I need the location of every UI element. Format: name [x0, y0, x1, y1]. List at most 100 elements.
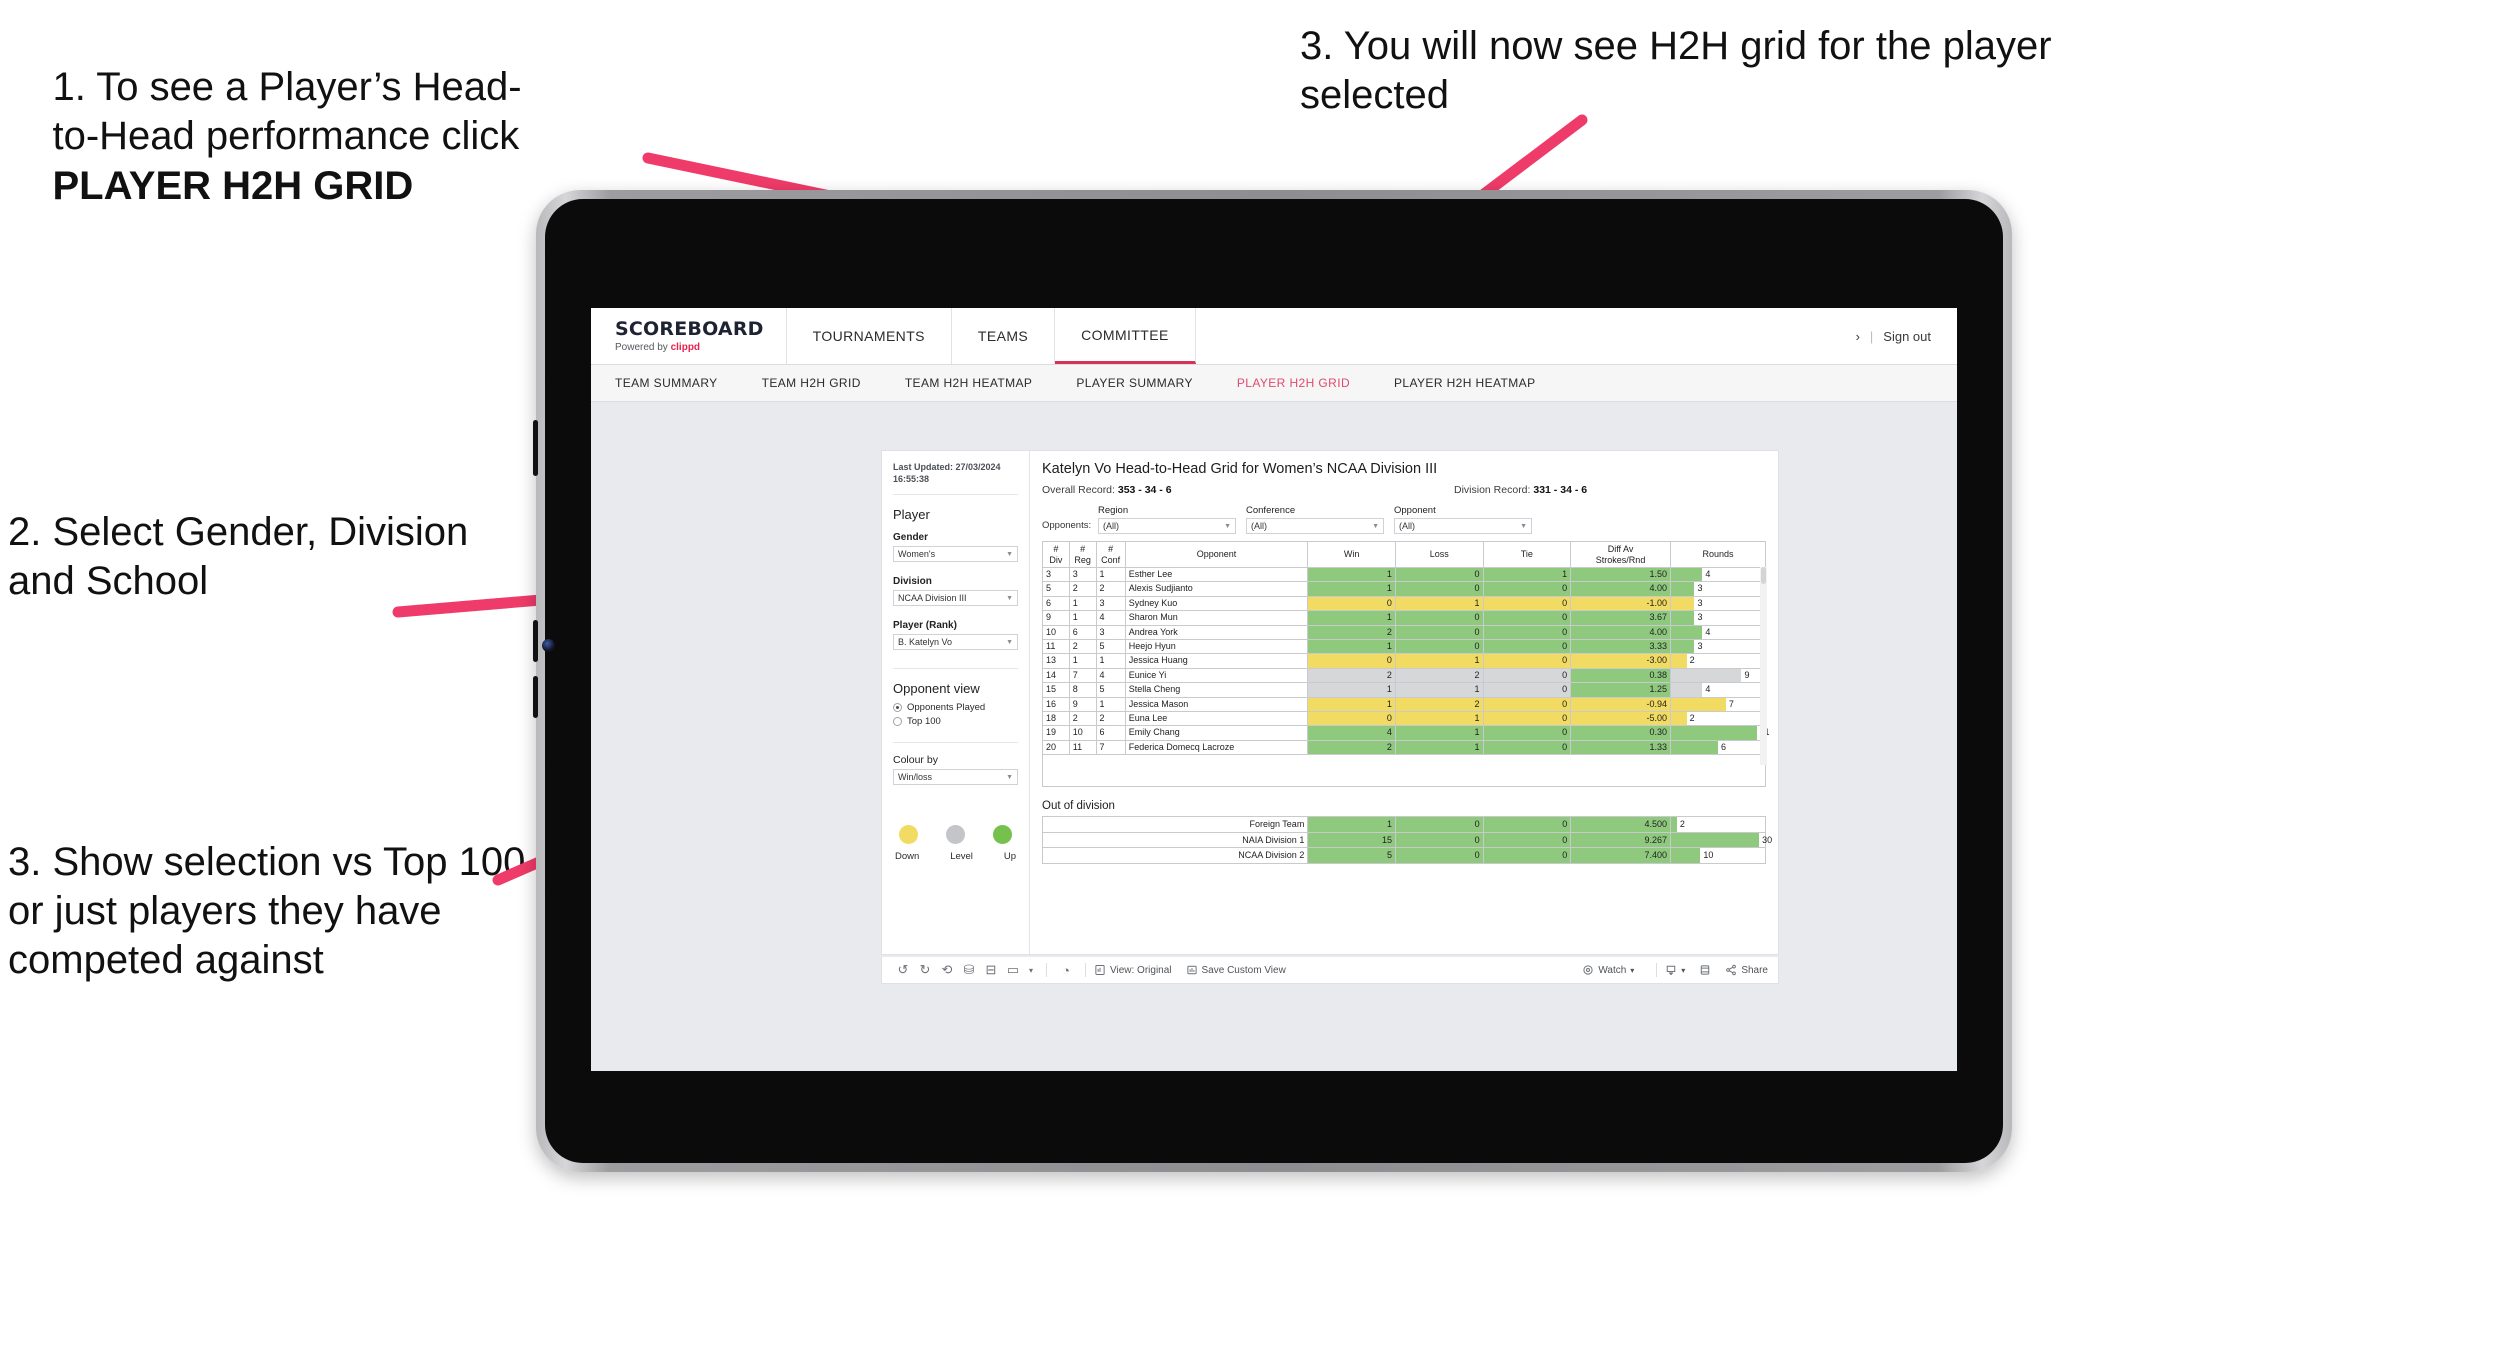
- brand-logo[interactable]: SCOREBOARD Powered by clippd: [591, 308, 787, 364]
- cell-div: 15: [1042, 682, 1070, 698]
- fullscreen-button[interactable]: [1699, 964, 1711, 976]
- zoom-rect-icon[interactable]: ▭: [1002, 962, 1024, 978]
- table-row[interactable]: 3 3 1 Esther Lee 1 0 1 1.50 4: [1042, 566, 1767, 583]
- watch-button[interactable]: Watch ▾: [1582, 964, 1634, 976]
- radio-opponents-played[interactable]: Opponents Played: [893, 702, 1018, 713]
- chevron-down-icon[interactable]: ▾: [1024, 966, 1038, 975]
- table-row[interactable]: 18 2 2 Euna Lee 0 1 0 -5.00 2: [1042, 711, 1767, 727]
- download-button[interactable]: ▾: [1665, 964, 1685, 976]
- cell-tie: 0: [1482, 667, 1572, 684]
- cell-win: 0: [1307, 595, 1396, 612]
- cell-rounds: 3: [1669, 581, 1767, 597]
- scrollbar-thumb[interactable]: [1761, 567, 1766, 584]
- cell-conf: 1: [1095, 566, 1126, 583]
- cell-rounds: 3: [1669, 639, 1767, 655]
- cell-conf: 3: [1095, 624, 1126, 641]
- overall-record: Overall Record: 353 - 34 - 6: [1042, 484, 1404, 496]
- tab-player-h2h-grid[interactable]: PLAYER H2H GRID: [1237, 376, 1372, 390]
- tab-player-h2h-heatmap[interactable]: PLAYER H2H HEATMAP: [1394, 376, 1557, 390]
- out-of-division-row[interactable]: Foreign Team 1 0 0 4.500 2: [1041, 816, 1766, 833]
- cell-diff: 9.267: [1570, 831, 1671, 849]
- share-button[interactable]: Share: [1725, 964, 1768, 976]
- cell-reg: 1: [1068, 595, 1097, 612]
- cell-loss: 0: [1394, 816, 1484, 833]
- cell-tie: 0: [1482, 725, 1572, 741]
- nav-item-tournaments[interactable]: TOURNAMENTS: [786, 308, 952, 364]
- out-of-division-row[interactable]: NAIA Division 1 15 0 0 9.267 30: [1041, 831, 1772, 849]
- table-row[interactable]: 15 8 5 Stella Cheng 1 1 0 1.25 4: [1042, 682, 1767, 698]
- nav-item-committee[interactable]: COMMITTEE: [1055, 308, 1196, 364]
- cell-loss: 2: [1394, 696, 1484, 713]
- table-row[interactable]: 6 1 3 Sydney Kuo 0 1 0 -1.00 3: [1042, 595, 1767, 612]
- col-win: Win: [1307, 541, 1396, 568]
- cell-reg: 7: [1068, 667, 1097, 684]
- tab-player-summary[interactable]: PLAYER SUMMARY: [1076, 376, 1215, 390]
- table-row[interactable]: 9 1 4 Sharon Mun 1 0 0 3.67 3: [1042, 610, 1767, 626]
- col-conf: # Conf: [1095, 541, 1126, 568]
- radio-top-100[interactable]: Top 100: [893, 716, 1018, 727]
- refresh-icon[interactable]: ⛁: [958, 962, 980, 978]
- cell-opponent: Heejo Hyun: [1124, 639, 1309, 655]
- redo-icon[interactable]: ↻: [914, 962, 936, 978]
- out-of-division-row[interactable]: NCAA Division 2 5 0 0 7.400 10: [1041, 847, 1766, 864]
- share-label: Share: [1741, 964, 1768, 976]
- undo-icon[interactable]: ↺: [892, 962, 914, 978]
- revert-icon[interactable]: ⟲: [936, 962, 958, 978]
- player-select[interactable]: B. Katelyn Vo ▼: [893, 634, 1018, 651]
- cell-reg: 11: [1068, 739, 1097, 756]
- save-custom-view-button[interactable]: Save Custom View: [1186, 964, 1286, 976]
- conference-select[interactable]: (All) ▼: [1246, 518, 1384, 534]
- table-row[interactable]: 13 1 1 Jessica Huang 0 1 0 -3.00 2: [1042, 653, 1767, 669]
- cell-tie: 0: [1482, 696, 1572, 713]
- table-vertical-scrollbar[interactable]: [1760, 567, 1767, 765]
- cell-opponent: Andrea York: [1124, 624, 1309, 641]
- cell-opponent: Emily Chang: [1124, 725, 1309, 741]
- cell-reg: 2: [1068, 711, 1097, 727]
- colour-by-select[interactable]: Win/loss ▼: [893, 769, 1018, 786]
- table-row[interactable]: 14 7 4 Eunice Yi 2 2 0 0.38 9: [1042, 667, 1767, 684]
- primary-nav: TOURNAMENTS TEAMS COMMITTEE: [786, 308, 1196, 364]
- last-updated-text: Last Updated: 27/03/2024 16:55:38: [893, 462, 1001, 485]
- h2h-table: # Div # Reg # Conf Opponent Win Loss Tie Di…: [1042, 541, 1770, 756]
- cell-conf: 3: [1095, 595, 1126, 612]
- table-row[interactable]: 16 9 1 Jessica Mason 1 2 0 -0.94 7: [1042, 696, 1767, 713]
- tab-team-h2h-heatmap[interactable]: TEAM H2H HEATMAP: [905, 376, 1055, 390]
- table-row[interactable]: 19106Emily Chang4100.3011: [1042, 725, 1770, 741]
- cell-diff: -3.00: [1570, 653, 1671, 669]
- cell-reg: 8: [1068, 682, 1097, 698]
- sign-out-link[interactable]: Sign out: [1883, 329, 1931, 344]
- opponent-select[interactable]: (All) ▼: [1394, 518, 1532, 534]
- colour-by-label: Colour by: [893, 754, 938, 767]
- colour-legend-swatches: [893, 825, 1018, 845]
- table-row[interactable]: 11 2 5 Heejo Hyun 1 0 0 3.33 3: [1042, 639, 1767, 655]
- chevron-down-icon: ▼: [1006, 638, 1013, 646]
- toolbar-right-group: Watch ▾ ▾ Share: [1582, 963, 1768, 977]
- account-chevron-icon[interactable]: ›: [1856, 329, 1860, 344]
- table-row[interactable]: 10 6 3 Andrea York 2 0 0 4.00 4: [1042, 624, 1767, 641]
- cell-group-name: Foreign Team: [1041, 816, 1309, 833]
- cell-win: 1: [1307, 696, 1396, 713]
- division-select[interactable]: NCAA Division III ▼: [893, 590, 1018, 607]
- cell-reg: 1: [1068, 610, 1097, 626]
- chevron-down-icon: ▼: [1006, 594, 1013, 602]
- table-row[interactable]: 5 2 2 Alexis Sudjianto 1 0 0 4.00 3: [1042, 581, 1767, 597]
- division-record: Division Record: 331 - 34 - 6: [1404, 484, 1766, 496]
- pause-updates-icon[interactable]: ⊟: [980, 962, 1002, 978]
- cell-loss: 0: [1394, 566, 1484, 583]
- cell-div: 6: [1042, 595, 1070, 612]
- h2h-table-head: # Div # Reg # Conf Opponent Win Loss Tie Di…: [1042, 541, 1767, 568]
- cell-rounds: 4: [1669, 566, 1767, 583]
- cell-div: 14: [1042, 667, 1070, 684]
- nav-item-teams[interactable]: TEAMS: [951, 308, 1056, 364]
- tab-team-summary[interactable]: TEAM SUMMARY: [615, 376, 740, 390]
- front-camera-icon: [542, 639, 555, 652]
- view-original-button[interactable]: View: Original: [1094, 964, 1172, 976]
- region-select[interactable]: (All) ▼: [1098, 518, 1236, 534]
- table-row[interactable]: 20 11 7 Federica Domecq Lacroze 2 1 0 1.33 6: [1042, 739, 1767, 756]
- help-icon[interactable]: ◔: [1055, 963, 1077, 978]
- cell-loss: 0: [1394, 610, 1484, 626]
- radio-icon: [893, 703, 902, 713]
- gender-select[interactable]: Women's ▼: [893, 546, 1018, 563]
- view-icon: [1095, 965, 1105, 975]
- tab-team-h2h-grid[interactable]: TEAM H2H GRID: [762, 376, 883, 390]
